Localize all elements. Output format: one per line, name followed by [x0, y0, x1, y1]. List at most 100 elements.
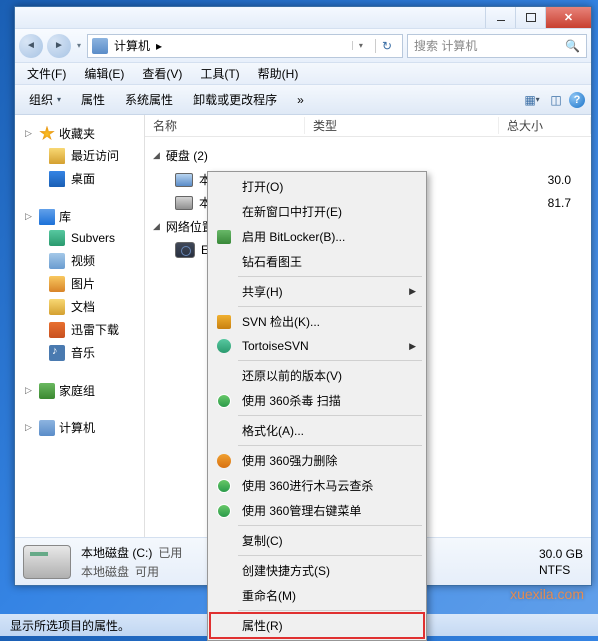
column-type[interactable]: 类型	[305, 117, 499, 134]
status-text: 显示所选项目的属性。	[10, 617, 130, 634]
computer-icon	[92, 38, 108, 54]
cm-previous-versions[interactable]: 还原以前的版本(V)	[210, 363, 424, 388]
tortoisesvn-icon	[217, 339, 231, 353]
nav-history-dropdown[interactable]: ▾	[75, 41, 83, 50]
sidebar-item-pictures[interactable]: 图片	[15, 272, 144, 295]
sidebar-item-recent[interactable]: 最近访问	[15, 144, 144, 167]
sidebar-item-videos[interactable]: 视频	[15, 249, 144, 272]
menu-bar: 文件(F) 编辑(E) 查看(V) 工具(T) 帮助(H)	[15, 63, 591, 85]
submenu-arrow-icon: ▶	[409, 286, 416, 297]
menu-view[interactable]: 查看(V)	[134, 62, 190, 85]
thunder-icon	[49, 322, 65, 338]
cm-360-scan[interactable]: 使用 360杀毒 扫描	[210, 388, 424, 413]
sidebar-item-desktop[interactable]: 桌面	[15, 167, 144, 190]
refresh-button[interactable]: ↻	[375, 39, 398, 53]
sidebar-favorites[interactable]: ▷收藏夹	[15, 123, 144, 144]
cm-svn-checkout[interactable]: SVN 检出(K)...	[210, 309, 424, 334]
music-icon	[49, 345, 65, 361]
search-placeholder: 搜索 计算机	[414, 37, 477, 54]
cm-open[interactable]: 打开(O)	[210, 174, 424, 199]
cm-create-shortcut[interactable]: 创建快捷方式(S)	[210, 558, 424, 583]
360-cloud-icon	[217, 479, 231, 493]
cm-properties[interactable]: 属性(R)	[210, 613, 424, 638]
360-delete-icon	[217, 454, 231, 468]
cm-copy[interactable]: 复制(C)	[210, 528, 424, 553]
context-menu: 打开(O) 在新窗口中打开(E) 启用 BitLocker(B)... 钻石看图…	[207, 171, 427, 641]
toolbar-organize[interactable]: 组织▾	[21, 87, 69, 112]
help-button[interactable]: ?	[569, 92, 585, 108]
search-icon[interactable]: 🔍	[565, 39, 580, 53]
maximize-button[interactable]	[515, 7, 545, 28]
address-dropdown[interactable]: ▾	[352, 41, 369, 50]
details-used-label: 已用	[158, 544, 182, 561]
breadcrumb-computer[interactable]: 计算机	[114, 37, 150, 54]
menu-edit[interactable]: 编辑(E)	[76, 62, 132, 85]
sidebar-item-downloads[interactable]: 迅雷下载	[15, 318, 144, 341]
toolbar: 组织▾ 属性 系统属性 卸载或更改程序 » ▦ ▾ ◫ ?	[15, 85, 591, 115]
sidebar-homegroup[interactable]: ▷家庭组	[15, 380, 144, 401]
desktop-icon	[49, 171, 65, 187]
cm-rename[interactable]: 重命名(M)	[210, 583, 424, 608]
cm-bitlocker[interactable]: 启用 BitLocker(B)...	[210, 224, 424, 249]
cm-open-new-window[interactable]: 在新窗口中打开(E)	[210, 199, 424, 224]
menu-tools[interactable]: 工具(T)	[192, 62, 247, 85]
cm-separator	[238, 306, 422, 307]
360-menu-icon	[217, 504, 231, 518]
360-shield-icon	[217, 394, 231, 408]
menu-file[interactable]: 文件(F)	[19, 62, 74, 85]
preview-pane-button[interactable]: ◫	[545, 89, 567, 111]
column-size[interactable]: 总大小	[499, 117, 591, 134]
computer-icon	[39, 420, 55, 436]
toolbar-uninstall[interactable]: 卸载或更改程序	[185, 87, 285, 112]
toolbar-overflow[interactable]: »	[289, 89, 312, 111]
view-options-button[interactable]: ▦ ▾	[521, 89, 543, 111]
picture-icon	[49, 276, 65, 292]
sidebar-item-music[interactable]: 音乐	[15, 341, 144, 364]
sidebar-libraries[interactable]: ▷库	[15, 206, 144, 227]
category-disks[interactable]: ◢硬盘 (2)	[145, 143, 591, 168]
cm-360-trojan-scan[interactable]: 使用 360进行木马云查杀	[210, 473, 424, 498]
video-icon	[49, 253, 65, 269]
menu-help[interactable]: 帮助(H)	[250, 62, 307, 85]
libraries-icon	[39, 209, 55, 225]
cm-separator	[238, 360, 422, 361]
cm-format[interactable]: 格式化(A)...	[210, 418, 424, 443]
cm-360-force-delete[interactable]: 使用 360强力删除	[210, 448, 424, 473]
details-subtitle: 本地磁盘	[81, 563, 129, 580]
folder-icon	[49, 148, 65, 164]
star-icon	[39, 126, 55, 142]
bitlocker-icon	[217, 230, 231, 244]
toolbar-system-properties[interactable]: 系统属性	[117, 87, 181, 112]
sidebar-item-subversion[interactable]: Subvers	[15, 227, 144, 249]
cm-separator	[238, 525, 422, 526]
details-filesystem: NTFS	[539, 563, 570, 577]
titlebar: ✕	[15, 7, 591, 29]
cm-tortoisesvn[interactable]: TortoiseSVN▶	[210, 334, 424, 358]
drive-icon	[175, 196, 193, 210]
sidebar-computer[interactable]: ▷计算机	[15, 417, 144, 438]
watermark: xuexila.com	[510, 586, 584, 602]
breadcrumb-arrow-icon[interactable]: ▸	[156, 39, 162, 53]
cm-separator	[238, 445, 422, 446]
column-headers: 名称 类型 总大小	[145, 115, 591, 137]
address-bar[interactable]: 计算机 ▸ ▾ ↻	[87, 34, 403, 58]
cm-360-rightclick-manage[interactable]: 使用 360管理右键菜单	[210, 498, 424, 523]
toolbar-properties[interactable]: 属性	[73, 87, 113, 112]
cm-separator	[238, 555, 422, 556]
navigation-bar: ◄ ► ▾ 计算机 ▸ ▾ ↻ 搜索 计算机 🔍	[15, 29, 591, 63]
close-button[interactable]: ✕	[545, 7, 591, 28]
cm-diamond-viewer[interactable]: 钻石看图王	[210, 249, 424, 274]
svn-icon	[217, 315, 231, 329]
details-avail-label: 可用	[135, 563, 159, 580]
minimize-button[interactable]	[485, 7, 515, 28]
cm-separator	[238, 415, 422, 416]
search-input[interactable]: 搜索 计算机 🔍	[407, 34, 587, 58]
drive-icon	[175, 173, 193, 187]
forward-button[interactable]: ►	[47, 34, 71, 58]
sidebar-item-documents[interactable]: 文档	[15, 295, 144, 318]
cm-share[interactable]: 共享(H)▶	[210, 279, 424, 304]
column-name[interactable]: 名称	[145, 117, 305, 134]
drive-large-icon	[23, 545, 71, 579]
camera-icon	[175, 242, 195, 258]
back-button[interactable]: ◄	[19, 34, 43, 58]
